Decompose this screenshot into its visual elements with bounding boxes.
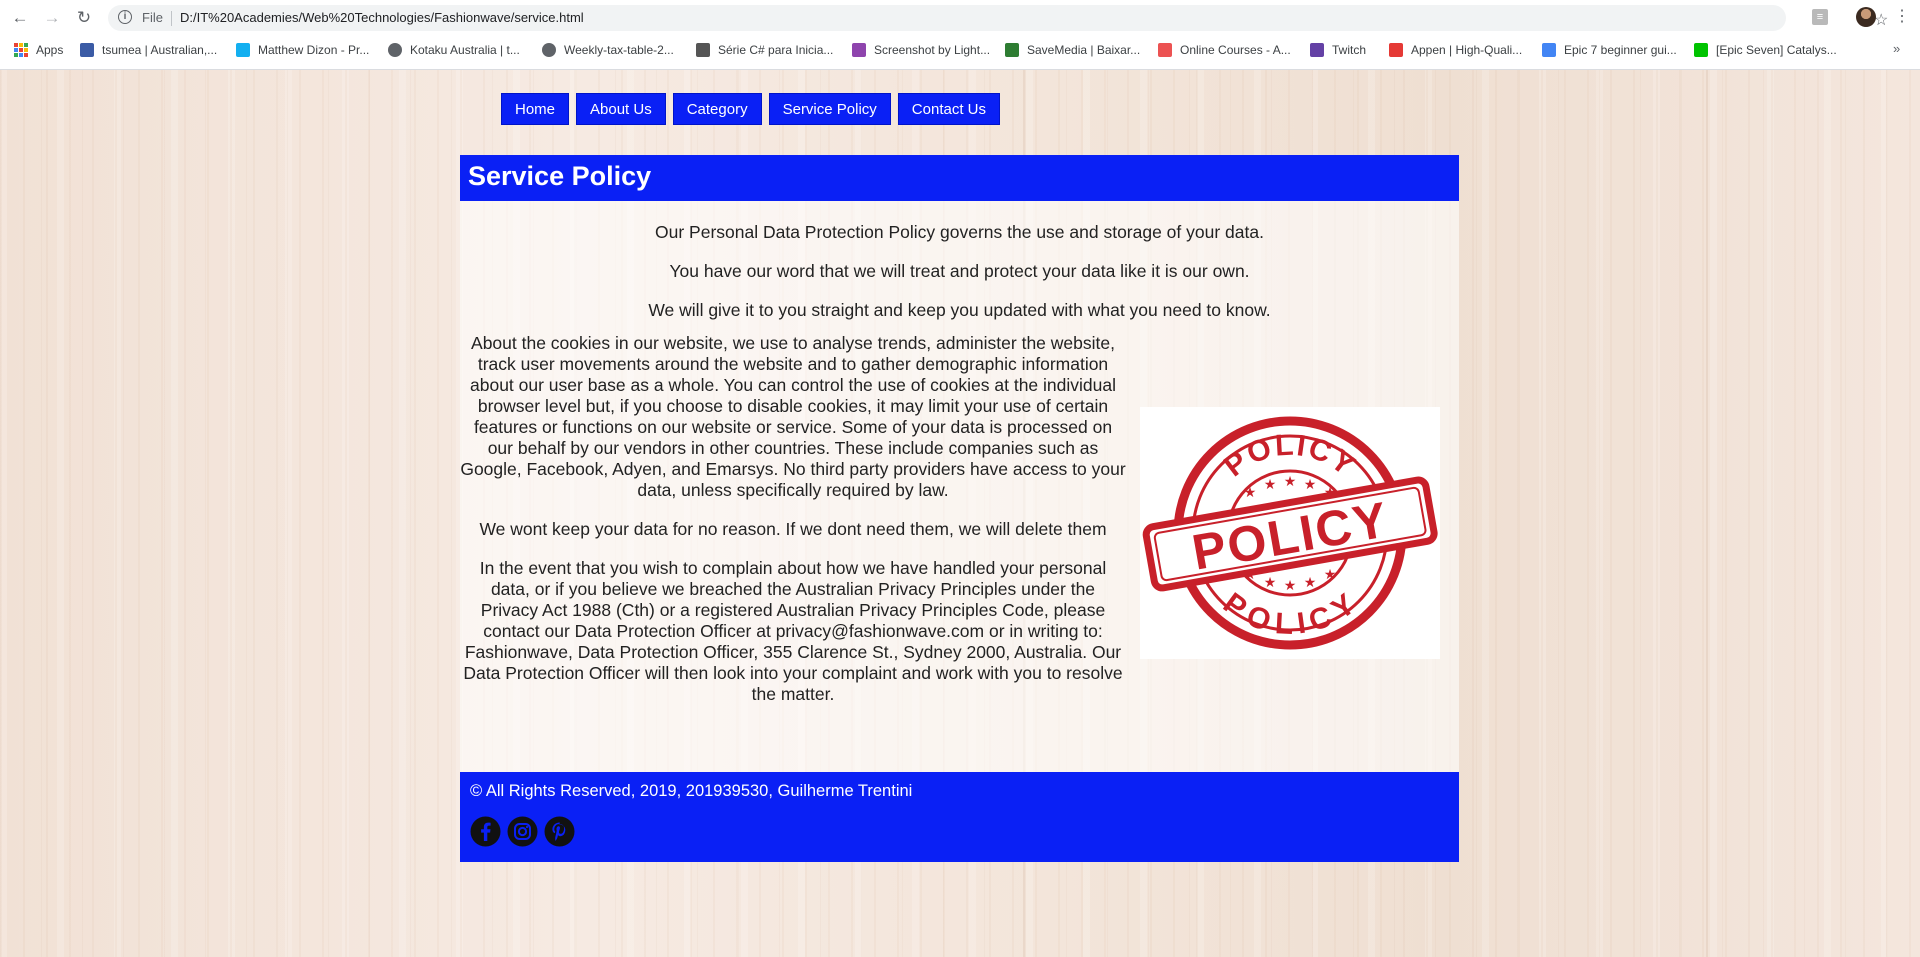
bookmark-label: Epic 7 beginner gui... bbox=[1564, 43, 1677, 57]
reload-icon[interactable]: ↻ bbox=[74, 8, 94, 28]
svg-text:★: ★ bbox=[1324, 567, 1337, 583]
page-title: Service Policy bbox=[468, 161, 652, 191]
play-favicon bbox=[1005, 43, 1019, 57]
bookmark-label: Appen | High-Quali... bbox=[1411, 43, 1523, 57]
bookmark-label: Matthew Dizon - Pr... bbox=[258, 43, 370, 57]
address-bar[interactable]: i File D:/IT%20Academies/Web%20Technolog… bbox=[108, 5, 1888, 31]
complaints-paragraph: In the event that you wish to complain a… bbox=[463, 558, 1123, 704]
svg-text:★: ★ bbox=[1284, 474, 1297, 490]
globe-favicon bbox=[388, 43, 402, 57]
bookmark-item[interactable]: Appen | High-Quali... bbox=[1389, 42, 1522, 58]
info-icon[interactable]: i bbox=[118, 10, 132, 24]
bookmark-item[interactable]: SaveMedia | Baixar... bbox=[1005, 42, 1140, 58]
bookmark-label: Série C# para Inicia... bbox=[718, 43, 834, 57]
omnibox-divider bbox=[171, 11, 172, 26]
bookmark-label: SaveMedia | Baixar... bbox=[1027, 43, 1141, 57]
bookmark-label: Weekly-tax-table-2... bbox=[564, 43, 674, 57]
bookmark-item[interactable]: Twitch bbox=[1310, 42, 1366, 58]
social-links bbox=[470, 816, 575, 847]
svg-text:★: ★ bbox=[1304, 477, 1317, 493]
instagram-icon[interactable] bbox=[507, 816, 538, 847]
policy-text-column: About the cookies in our website, we use… bbox=[460, 333, 1126, 723]
bookmark-item[interactable]: Série C# para Inicia... bbox=[696, 42, 833, 58]
svg-text:★: ★ bbox=[1244, 485, 1257, 501]
course-favicon bbox=[696, 43, 710, 57]
url-scheme-label: File bbox=[142, 10, 163, 25]
line-favicon bbox=[1694, 43, 1708, 57]
nav-home-button[interactable]: Home bbox=[501, 93, 570, 125]
shield-favicon bbox=[80, 43, 94, 57]
globe-favicon bbox=[542, 43, 556, 57]
bookmark-label: Kotaku Australia | t... bbox=[410, 43, 520, 57]
main-panel: Service Policy Our Personal Data Protect… bbox=[460, 155, 1459, 900]
nav-about-us-button[interactable]: About Us bbox=[576, 93, 666, 125]
pinterest-icon[interactable] bbox=[544, 816, 575, 847]
profile-avatar[interactable] bbox=[1856, 7, 1876, 27]
bookmark-item[interactable]: Online Courses - A... bbox=[1158, 42, 1291, 58]
bookmark-label: Online Courses - A... bbox=[1180, 43, 1291, 57]
facebook-icon[interactable] bbox=[470, 816, 501, 847]
bookmark-label: Screenshot by Light... bbox=[874, 43, 991, 57]
extension-icon[interactable]: ≡ bbox=[1812, 9, 1828, 25]
bookmark-label: Apps bbox=[36, 43, 64, 57]
site-nav: Home About Us Category Service Policy Contac… bbox=[501, 93, 1000, 125]
twitch-favicon bbox=[1310, 43, 1324, 57]
url-text[interactable]: D:/IT%20Academies/Web%20Technologies/Fas… bbox=[180, 10, 584, 25]
svg-text:★: ★ bbox=[1264, 575, 1277, 591]
bookmarks-overflow-icon[interactable]: » bbox=[1893, 41, 1900, 56]
udemy-favicon bbox=[1158, 43, 1172, 57]
bookmark-item[interactable]: Epic 7 beginner gui... bbox=[1542, 42, 1677, 58]
copyright-text: © All Rights Reserved, 2019, 201939530, … bbox=[470, 782, 913, 800]
bookmark-item[interactable]: Weekly-tax-table-2... bbox=[542, 42, 674, 58]
nav-category-button[interactable]: Category bbox=[672, 93, 762, 125]
appen-favicon bbox=[1389, 43, 1403, 57]
nav-contact-us-button[interactable]: Contact Us bbox=[897, 93, 1000, 125]
bookmark-item[interactable]: tsumea | Australian,... bbox=[80, 42, 217, 58]
bookmark-item[interactable]: Screenshot by Light... bbox=[852, 42, 990, 58]
forward-arrow-icon[interactable]: → bbox=[42, 8, 62, 28]
intro-line: You have our word that we will treat and… bbox=[669, 261, 1250, 281]
page-viewport: Home About Us Category Service Policy Contac… bbox=[0, 70, 1920, 957]
wood-seam bbox=[1706, 70, 1708, 957]
browser-chrome: ← → ↻ i File D:/IT%20Academies/Web%20Tec… bbox=[0, 0, 1920, 70]
lightshot-favicon bbox=[852, 43, 866, 57]
svg-text:★: ★ bbox=[1264, 477, 1277, 493]
browser-toolbar: ← → ↻ i File D:/IT%20Academies/Web%20Tec… bbox=[0, 0, 1920, 36]
svg-text:★: ★ bbox=[1304, 575, 1317, 591]
intro-line: We will give it to you straight and keep… bbox=[648, 300, 1271, 320]
site-footer: © All Rights Reserved, 2019, 201939530, … bbox=[460, 772, 1459, 862]
browser-menu-icon[interactable]: ⋮ bbox=[1894, 7, 1910, 27]
content-area: Our Personal Data Protection Policy gove… bbox=[460, 201, 1459, 772]
bookmarks-bar: Apps tsumea | Australian,... Matthew Dizon… bbox=[0, 38, 1920, 62]
bookmark-item[interactable]: [Epic Seven] Catalys... bbox=[1694, 42, 1837, 58]
docs-favicon bbox=[1542, 43, 1556, 57]
intro-line: Our Personal Data Protection Policy gove… bbox=[655, 222, 1264, 242]
bookmark-item[interactable]: Apps bbox=[14, 42, 63, 58]
apps-grid-icon bbox=[14, 43, 28, 57]
back-arrow-icon[interactable]: ← bbox=[10, 8, 30, 28]
bookmark-label: Twitch bbox=[1332, 43, 1367, 57]
title-bar: Service Policy bbox=[460, 155, 1459, 201]
bookmark-label: [Epic Seven] Catalys... bbox=[1716, 43, 1837, 57]
policy-stamp-image: POLICY POLICY ★★★★★ ★★★★★ POLICY bbox=[1140, 407, 1440, 659]
retention-paragraph: We wont keep your data for no reason. If… bbox=[479, 519, 1107, 539]
svg-text:★: ★ bbox=[1284, 578, 1297, 594]
bookmark-item[interactable]: Matthew Dizon - Pr... bbox=[236, 42, 369, 58]
bookmark-label: tsumea | Australian,... bbox=[102, 43, 218, 57]
bookmark-item[interactable]: Kotaku Australia | t... bbox=[388, 42, 520, 58]
cookies-paragraph: About the cookies in our website, we use… bbox=[460, 333, 1126, 500]
nav-service-policy-button[interactable]: Service Policy bbox=[768, 93, 891, 125]
artstation-favicon bbox=[236, 43, 250, 57]
bookmark-star-icon[interactable]: ☆ bbox=[1874, 10, 1888, 30]
policy-stamp-graphic: POLICY POLICY ★★★★★ ★★★★★ POLICY bbox=[1142, 416, 1438, 650]
